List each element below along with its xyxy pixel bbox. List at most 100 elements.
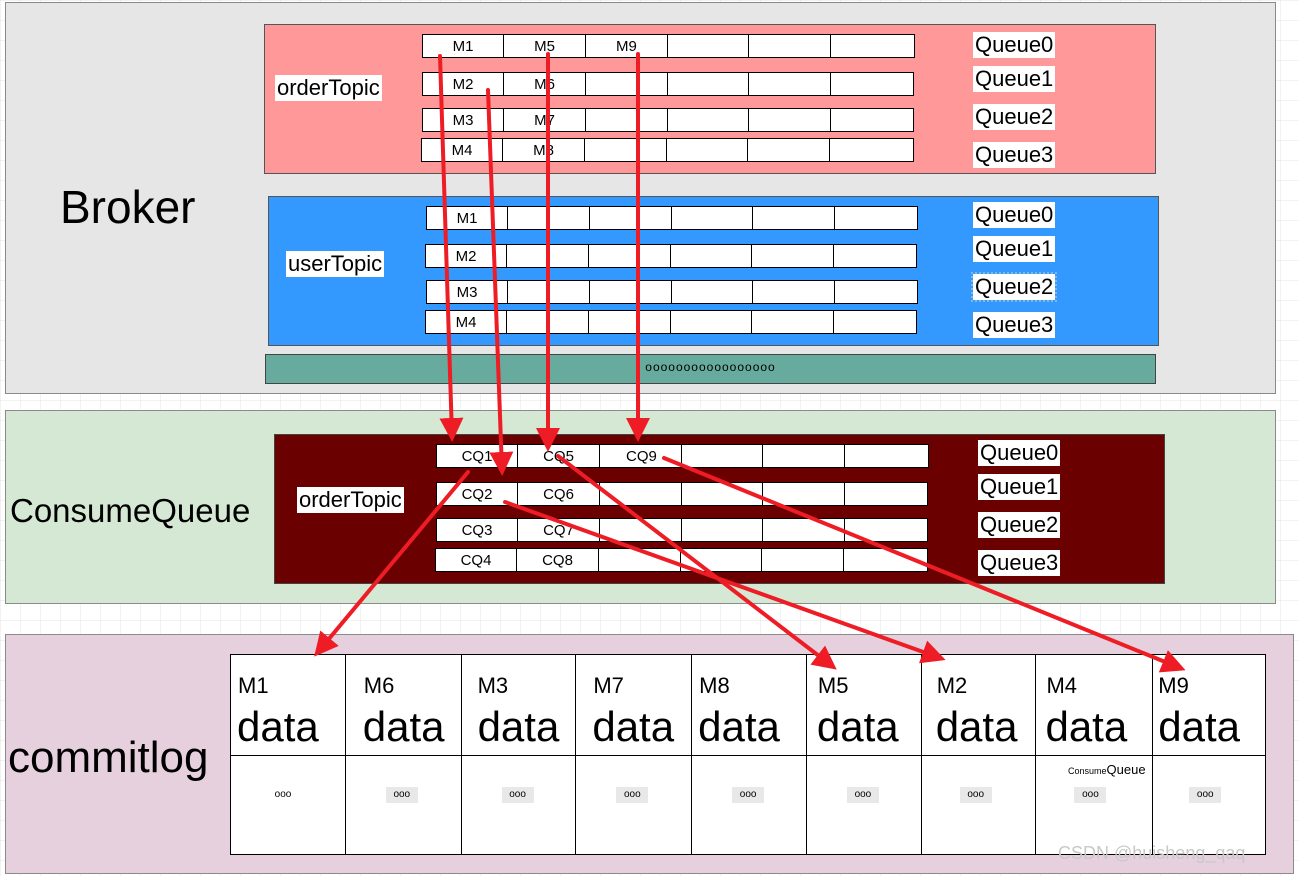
- commitlog-entry-data: data: [816, 703, 899, 750]
- commitlog-entry-more: ooo: [732, 787, 765, 803]
- order-queue2-label: Queue2: [973, 104, 1056, 130]
- broker-label: Broker: [60, 181, 196, 233]
- order-topic-label: orderTopic: [275, 75, 382, 101]
- commitlog-entry-more: ooo: [959, 787, 992, 803]
- user-q2-cell: [835, 281, 917, 303]
- order-q2-cell: M3: [423, 109, 504, 131]
- cq-q3-cell: CQ8: [517, 549, 599, 571]
- order-queue0-label: Queue0: [973, 32, 1056, 58]
- user-q1-cell: M2: [426, 245, 507, 267]
- order-q0-cell: M5: [504, 35, 586, 57]
- commitlog-entry-id: M9: [1158, 673, 1189, 698]
- user-q0-cell: [835, 207, 917, 229]
- commitlog-entry-id: M7: [593, 673, 624, 698]
- cq-q3-cell: [762, 549, 844, 571]
- user-q2-cell: [672, 281, 753, 303]
- order-q1-cell: M2: [423, 73, 504, 95]
- commitlog-entry-data: data: [362, 703, 445, 750]
- user-q2-cell: [508, 281, 590, 303]
- user-q1-cell: [752, 245, 834, 267]
- order-q1-cell: M6: [504, 73, 586, 95]
- user-q0-cell: [590, 207, 672, 229]
- watermark: CSDN @huisheng_qaq: [1058, 843, 1246, 863]
- cq-q2-cell: [763, 519, 845, 541]
- commitlog-entry-more: ooo: [274, 789, 292, 800]
- user-queue3-row: M4: [425, 310, 917, 334]
- commitlog-entry: M2 data ooo: [921, 655, 1037, 854]
- user-queue2-row: M3: [426, 280, 918, 304]
- user-q0-cell: [508, 207, 590, 229]
- order-q2-cell: M7: [504, 109, 586, 131]
- order-queue1-row: M2 M6: [422, 72, 914, 96]
- order-q3-cell: M4: [422, 139, 503, 161]
- commitlog-entry-more: ooo: [501, 787, 534, 803]
- commitlog-entry: M9 data ooo: [1153, 655, 1266, 854]
- user-q2-cell: [590, 281, 672, 303]
- commitlog-entry-id: M3: [477, 673, 509, 698]
- order-queue0-row: M1 M5 M9: [422, 34, 915, 58]
- commitlog-entry-data: data: [477, 703, 560, 750]
- user-q3-cell: [507, 311, 589, 333]
- commitlog-entry-more: ooo: [616, 787, 649, 803]
- order-queue3-row: M4 M8: [421, 138, 914, 162]
- cq-queue1-label: Queue1: [978, 474, 1061, 500]
- cq-q1-cell: [600, 483, 682, 505]
- user-queue0-label: Queue0: [973, 202, 1056, 228]
- commitlog-entry-id: M5: [817, 673, 849, 698]
- cq-q0-cell: [682, 445, 763, 467]
- user-q3-cell: [752, 311, 834, 333]
- cq-q2-cell: [682, 519, 763, 541]
- commitlog-label: commitlog: [8, 733, 209, 782]
- commitlog-entry-id: M8: [699, 673, 730, 698]
- commitlog-entry-id: M4: [1046, 673, 1078, 698]
- order-q3-cell: [830, 139, 913, 161]
- commitlog-entry-more: ooo: [385, 787, 418, 803]
- order-q2-cell: [668, 109, 749, 131]
- order-q0-cell: M1: [423, 35, 504, 57]
- cq-queue0-row: CQ1 CQ5 CQ9: [436, 444, 929, 468]
- commitlog-entry-data: data: [1045, 703, 1128, 750]
- user-q3-cell: M4: [426, 311, 507, 333]
- commitlog-entry: M4 data ooo: [1036, 655, 1154, 854]
- consume-queue-note-small: Consume: [1068, 766, 1107, 776]
- commitlog-entry: M5 data ooo: [806, 655, 922, 854]
- user-topic-label: userTopic: [286, 251, 385, 277]
- cq-q2-cell: CQ7: [518, 519, 600, 541]
- order-q0-cell: [668, 35, 749, 57]
- cq-q1-cell: CQ6: [518, 483, 600, 505]
- cq-q0-cell: [845, 445, 928, 467]
- consume-queue-label: ConsumeQueue: [10, 492, 251, 529]
- cq-q1-cell: [682, 483, 763, 505]
- user-q1-cell: [507, 245, 589, 267]
- commitlog-entry-more: ooo: [1189, 787, 1222, 803]
- order-q3-cell: [748, 139, 830, 161]
- commitlog-entry: M7 data ooo: [576, 655, 693, 854]
- user-q2-cell: [753, 281, 835, 303]
- cq-q1-cell: [845, 483, 927, 505]
- order-q0-cell: [749, 35, 831, 57]
- user-queue3-label: Queue3: [973, 312, 1056, 338]
- user-q1-cell: [671, 245, 752, 267]
- cq-q1-cell: CQ2: [437, 483, 518, 505]
- user-q3-cell: [589, 311, 671, 333]
- commitlog-entry-data: data: [935, 703, 1018, 750]
- cq-q0-cell: CQ1: [437, 445, 518, 467]
- cq-q3-cell: [599, 549, 681, 571]
- user-q0-cell: [672, 207, 753, 229]
- order-q1-cell: [831, 73, 913, 95]
- cq-queue2-label: Queue2: [978, 512, 1061, 538]
- cq-queue2-row: CQ3 CQ7: [436, 518, 928, 542]
- order-q2-cell: [831, 109, 913, 131]
- cq-q3-cell: [681, 549, 762, 571]
- user-q1-cell: [834, 245, 916, 267]
- order-q3-cell: M8: [503, 139, 585, 161]
- commitlog-entry-data: data: [237, 703, 319, 750]
- cq-queue1-row: CQ2 CQ6: [436, 482, 928, 506]
- user-queue0-row: M1: [426, 206, 918, 230]
- cq-queue0-label: Queue0: [978, 440, 1061, 466]
- order-q1-cell: [586, 73, 668, 95]
- user-q0-cell: M1: [427, 207, 508, 229]
- order-q2-cell: [586, 109, 668, 131]
- order-q2-cell: [749, 109, 831, 131]
- cq-q3-cell: [844, 549, 927, 571]
